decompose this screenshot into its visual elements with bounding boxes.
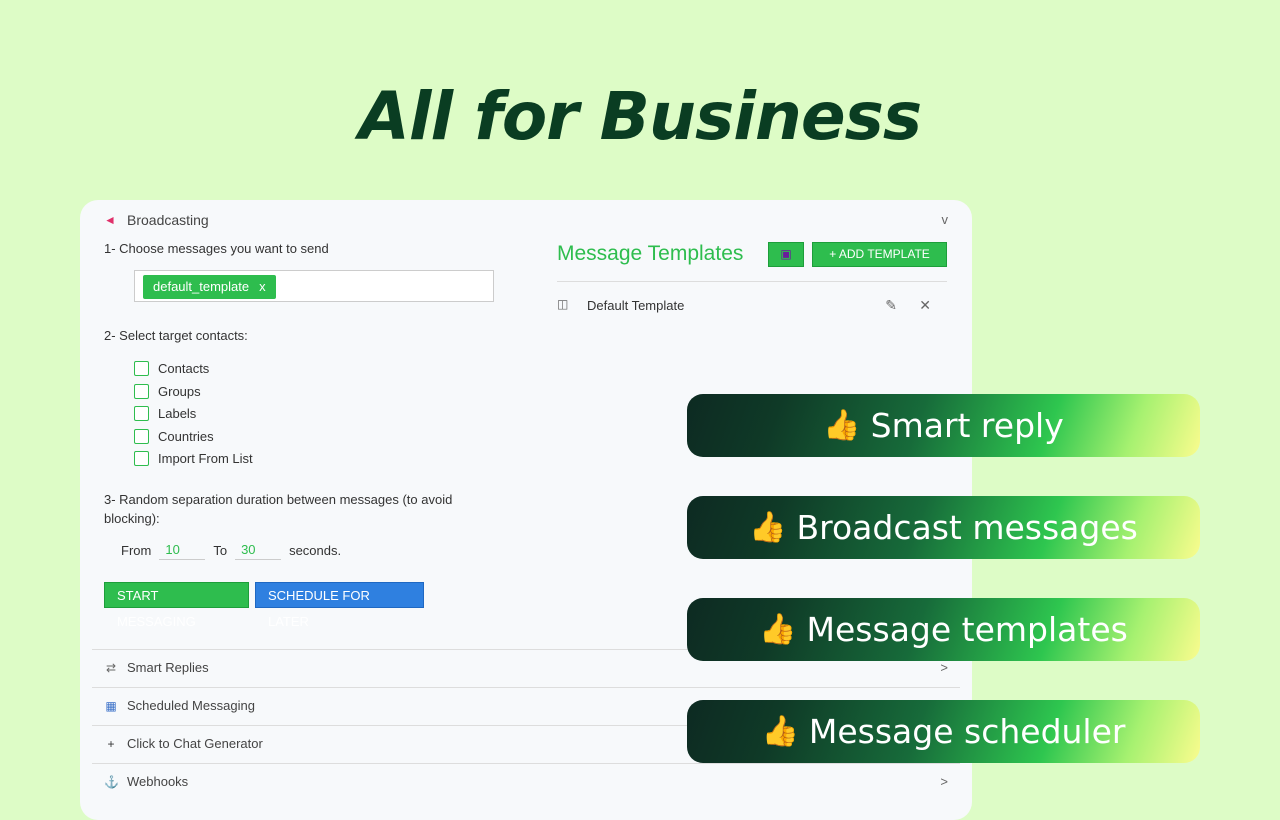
thumbs-up-icon: 👍: [761, 714, 799, 749]
template-chip[interactable]: default_template x: [143, 275, 276, 299]
import-list-checkbox[interactable]: [134, 451, 149, 466]
anchor-icon: ⚓: [104, 774, 119, 789]
broadcasting-label: Broadcasting: [127, 212, 209, 228]
feature-broadcast: 👍 Broadcast messages: [687, 496, 1200, 559]
feature-label: Smart reply: [870, 406, 1064, 445]
import-list-option[interactable]: Import From List: [134, 451, 253, 466]
feature-label: Message templates: [806, 610, 1128, 649]
groups-checkbox[interactable]: [134, 384, 149, 399]
swap-icon: ⇄: [105, 660, 117, 675]
plus-icon: +: [107, 736, 115, 751]
import-list-label: Import From List: [158, 451, 253, 466]
groups-label: Groups: [158, 384, 201, 399]
templates-title: Message Templates: [557, 242, 744, 265]
feature-scheduler: 👍 Message scheduler: [687, 700, 1200, 763]
close-icon[interactable]: ✕: [919, 297, 931, 314]
step-choose-messages: 1- Choose messages you want to send: [104, 241, 329, 256]
feature-smart-reply: 👍 Smart reply: [687, 394, 1200, 457]
seconds-label: seconds.: [289, 542, 342, 558]
section-webhooks[interactable]: ⚓ Webhooks >: [92, 763, 960, 802]
message-select-input[interactable]: default_template x: [134, 270, 494, 302]
chip-remove-icon[interactable]: x: [259, 275, 266, 299]
labels-option[interactable]: Labels: [134, 406, 196, 421]
templates-divider: [557, 281, 947, 282]
step-separation: 3- Random separation duration between me…: [104, 492, 453, 526]
chevron-right-icon[interactable]: >: [940, 774, 948, 789]
contacts-checkbox[interactable]: [134, 361, 149, 376]
webhooks-label: Webhooks: [127, 774, 189, 789]
broadcasting-header[interactable]: ◄ Broadcasting v: [104, 210, 948, 230]
scheduled-messaging-label: Scheduled Messaging: [127, 698, 255, 713]
template-item-label: Default Template: [587, 297, 685, 313]
chat-bubble-icon: ◫: [557, 297, 569, 311]
smart-replies-label: Smart Replies: [127, 660, 209, 675]
floppy-disk-icon: ▣: [780, 247, 792, 261]
template-chip-label: default_template: [153, 279, 250, 294]
thumbs-up-icon: 👍: [749, 510, 787, 545]
labels-label: Labels: [158, 406, 197, 421]
chevron-right-icon[interactable]: >: [940, 660, 948, 675]
groups-option[interactable]: Groups: [134, 384, 201, 399]
labels-checkbox[interactable]: [134, 406, 149, 421]
edit-icon[interactable]: ✎: [885, 297, 897, 314]
start-messaging-button[interactable]: START MESSAGING: [104, 582, 249, 629]
feature-label: Broadcast messages: [796, 508, 1138, 547]
save-button[interactable]: ▣: [768, 242, 804, 267]
from-label: From: [121, 542, 152, 558]
to-label: To: [213, 542, 228, 558]
click-to-chat-label: Click to Chat Generator: [127, 736, 263, 751]
contacts-label: Contacts: [158, 361, 210, 376]
step-select-contacts: 2- Select target contacts:: [104, 328, 248, 343]
thumbs-up-icon: 👍: [823, 408, 861, 443]
feature-label: Message scheduler: [808, 712, 1126, 751]
megaphone-icon: ◄: [104, 213, 116, 227]
template-item[interactable]: ◫ Default Template ✎ ✕: [557, 294, 947, 316]
add-template-button[interactable]: + ADD TEMPLATE: [812, 242, 947, 267]
to-input[interactable]: 30: [235, 540, 282, 560]
schedule-later-button[interactable]: SCHEDULE FOR LATER: [255, 582, 424, 629]
contacts-option[interactable]: Contacts: [134, 361, 209, 376]
feature-templates: 👍 Message templates: [687, 598, 1200, 661]
countries-option[interactable]: Countries: [134, 429, 214, 444]
calendar-icon: ▦: [105, 698, 117, 713]
thumbs-up-icon: 👍: [759, 612, 797, 647]
countries-checkbox[interactable]: [134, 429, 149, 444]
chevron-down-icon[interactable]: v: [942, 212, 949, 227]
duration-range: From 10 To 30 seconds.: [121, 540, 341, 560]
from-input[interactable]: 10: [159, 540, 206, 560]
page-title: All for Business: [358, 78, 922, 155]
countries-label: Countries: [158, 429, 214, 444]
